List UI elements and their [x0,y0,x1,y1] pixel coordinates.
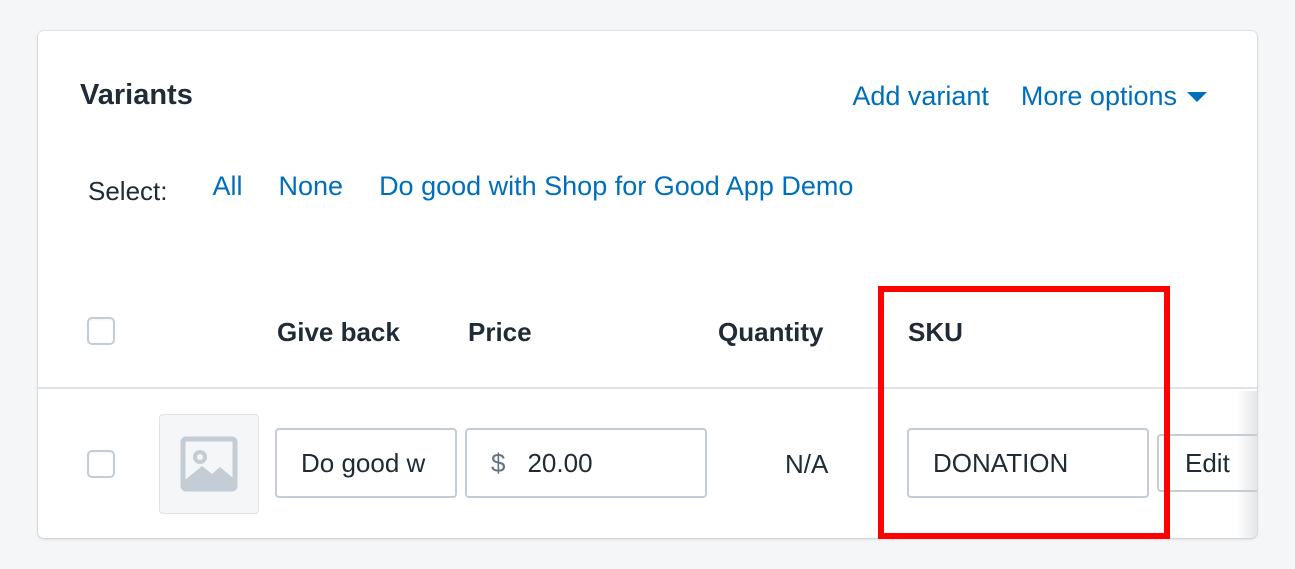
more-options-dropdown[interactable]: More options [1021,81,1207,112]
quantity-value: N/A [785,449,829,479]
select-shop-for-good-link[interactable]: Do good with Shop for Good App Demo [379,171,853,202]
card-title: Variants [80,79,193,111]
give-back-input[interactable]: Do good w [275,428,457,498]
select-all-checkbox[interactable] [87,317,115,345]
caret-down-icon [1187,91,1207,102]
column-header-give-back: Give back [277,317,400,347]
more-options-label: More options [1020,81,1177,111]
header-divider [38,387,1257,389]
scroll-fade [1237,391,1257,538]
select-row: Select: All None Do good with Shop for G… [88,171,889,206]
column-header-price: Price [468,317,532,347]
column-header-sku: SKU [908,317,963,347]
variant-image[interactable] [159,414,259,514]
price-value: 20.00 [527,447,593,478]
column-header-quantity: Quantity [718,317,824,347]
sku-input[interactable]: DONATION [907,428,1149,498]
header-actions: Add variant More options [852,81,1207,112]
currency-symbol: $ [491,447,506,478]
select-label: Select: [88,176,168,206]
variants-card: Variants Add variant More options Select… [38,31,1257,538]
row-checkbox[interactable] [87,450,115,478]
select-none-link[interactable]: None [279,171,344,202]
select-all-link[interactable]: All [213,171,243,202]
price-input[interactable]: $ 20.00 [465,428,707,498]
add-variant-link[interactable]: Add variant [852,81,989,112]
image-placeholder-icon [180,436,238,492]
